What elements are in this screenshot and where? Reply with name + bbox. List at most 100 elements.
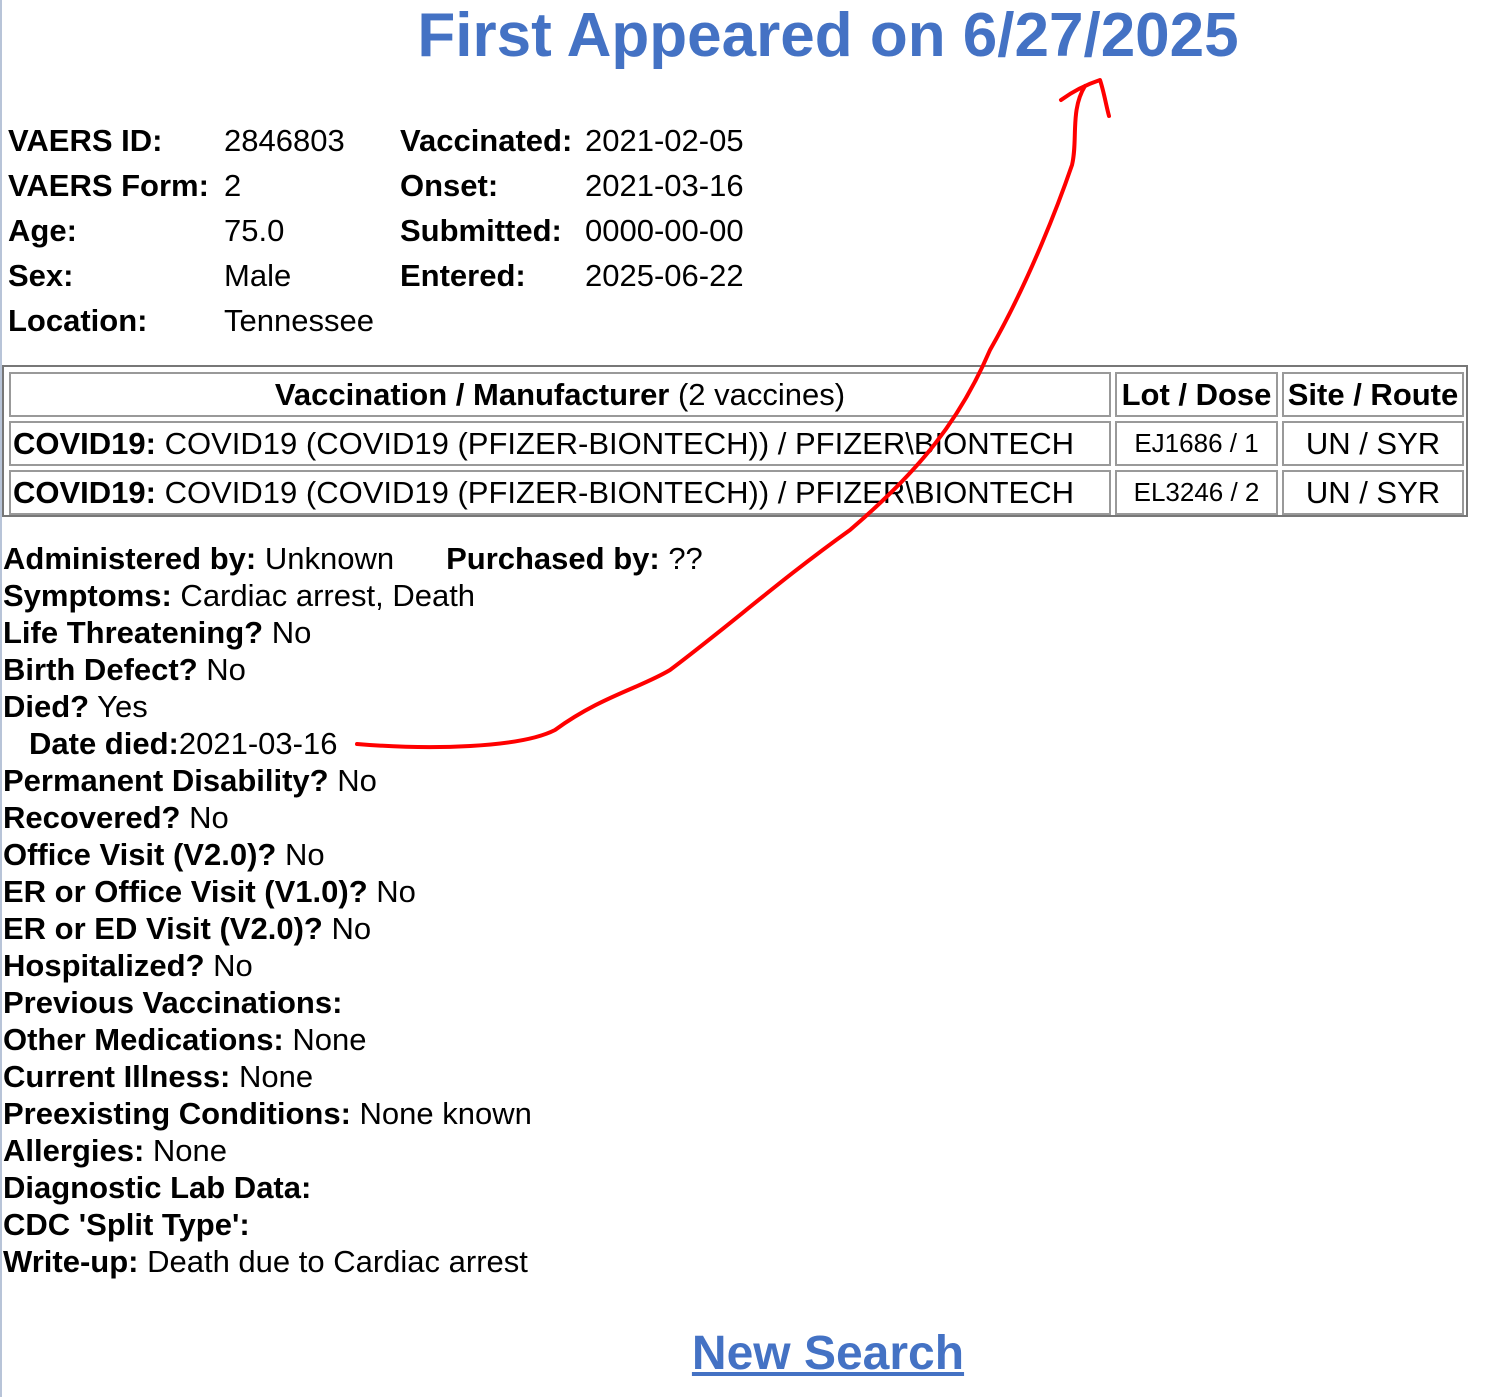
split-label: CDC 'Split Type': bbox=[3, 1207, 250, 1242]
writeup-label: Write-up: bbox=[3, 1244, 139, 1279]
vaccine-name: COVID19 (COVID19 (PFIZER-BIONTECH)) / PF… bbox=[155, 475, 1075, 510]
hospitalized-value: No bbox=[204, 948, 253, 983]
onset-value: 2021-03-16 bbox=[585, 168, 744, 203]
age-value: 75.0 bbox=[224, 213, 285, 248]
recovered-value: No bbox=[180, 800, 229, 835]
prev-vax-label: Previous Vaccinations: bbox=[3, 985, 343, 1020]
allergies-label: Allergies: bbox=[3, 1133, 145, 1168]
annotation-arrowhead bbox=[1059, 78, 1111, 118]
detail-hospitalized: Hospitalized? No bbox=[3, 947, 703, 984]
recovered-label: Recovered? bbox=[3, 800, 181, 835]
vaccine-row-2-name: COVID19: COVID19 (COVID19 (PFIZER-BIONTE… bbox=[9, 470, 1111, 515]
entered-value: 2025-06-22 bbox=[585, 258, 744, 293]
detail-current-illness: Current Illness: None bbox=[3, 1058, 703, 1095]
current-illness-label: Current Illness: bbox=[3, 1059, 231, 1094]
detail-office-visit: Office Visit (V2.0)? No bbox=[3, 836, 703, 873]
vaers-form-label: VAERS Form: bbox=[8, 168, 209, 203]
report-details: Administered by: Unknown Purchased by: ??… bbox=[3, 540, 703, 1280]
detail-writeup: Write-up: Death due to Cardiac arrest bbox=[3, 1243, 703, 1280]
other-meds-label: Other Medications: bbox=[3, 1022, 284, 1057]
date-died-value: 2021-03-16 bbox=[178, 726, 338, 761]
new-search-container: New Search bbox=[0, 1324, 1506, 1384]
disability-value: No bbox=[328, 763, 377, 798]
administered-value: Unknown bbox=[256, 541, 395, 576]
current-illness-value: None bbox=[230, 1059, 314, 1094]
preexisting-value: None known bbox=[350, 1096, 532, 1131]
life-label: Life Threatening? bbox=[3, 615, 264, 650]
er-office-label: ER or Office Visit (V1.0)? bbox=[3, 874, 368, 909]
vaccine-row-2-lot: EL3246 / 2 bbox=[1115, 470, 1278, 515]
disability-label: Permanent Disability? bbox=[3, 763, 329, 798]
detail-preexisting: Preexisting Conditions: None known bbox=[3, 1095, 703, 1132]
birth-value: No bbox=[197, 652, 246, 687]
header-vaccination-label: Vaccination / Manufacturer bbox=[274, 377, 670, 412]
birth-label: Birth Defect? bbox=[3, 652, 198, 687]
allergies-value: None bbox=[144, 1133, 228, 1168]
other-meds-value: None bbox=[283, 1022, 367, 1057]
header-site-label: Site / Route bbox=[1287, 377, 1459, 412]
header-site-route: Site / Route bbox=[1282, 372, 1464, 417]
preexisting-label: Preexisting Conditions: bbox=[3, 1096, 351, 1131]
writeup-value: Death due to Cardiac arrest bbox=[138, 1244, 528, 1279]
vaers-id-label: VAERS ID: bbox=[8, 123, 163, 158]
vaccine-row-1-name: COVID19: COVID19 (COVID19 (PFIZER-BIONTE… bbox=[9, 421, 1111, 466]
er-office-value: No bbox=[367, 874, 416, 909]
detail-administered: Administered by: Unknown Purchased by: ?? bbox=[3, 540, 703, 577]
vaccinated-value: 2021-02-05 bbox=[585, 123, 744, 158]
onset-label: Onset: bbox=[400, 168, 499, 203]
vaccine-table: Vaccination / Manufacturer (2 vaccines) … bbox=[2, 365, 1468, 517]
header-vaccine-count: (2 vaccines) bbox=[669, 377, 846, 412]
died-value: Yes bbox=[89, 689, 148, 724]
detail-birth-defect: Birth Defect? No bbox=[3, 651, 703, 688]
detail-other-medications: Other Medications: None bbox=[3, 1021, 703, 1058]
detail-date-died: Date died:2021-03-16 bbox=[3, 725, 703, 762]
symptoms-label: Symptoms: bbox=[3, 578, 172, 613]
detail-life-threatening: Life Threatening? No bbox=[3, 614, 703, 651]
detail-recovered: Recovered? No bbox=[3, 799, 703, 836]
location-label: Location: bbox=[8, 303, 148, 338]
purchased-label: Purchased by: bbox=[446, 541, 660, 576]
life-value: No bbox=[263, 615, 312, 650]
sex-label: Sex: bbox=[8, 258, 74, 293]
er-ed-label: ER or ED Visit (V2.0)? bbox=[3, 911, 323, 946]
header-vaccination: Vaccination / Manufacturer (2 vaccines) bbox=[9, 372, 1111, 417]
vaccine-type: COVID19: bbox=[13, 475, 156, 510]
submitted-value: 0000-00-00 bbox=[585, 213, 744, 248]
header-lot-label: Lot / Dose bbox=[1121, 377, 1272, 412]
vaccine-row-2-site: UN / SYR bbox=[1282, 470, 1464, 515]
vaccine-row-1-lot: EJ1686 / 1 bbox=[1115, 421, 1278, 466]
vaers-id-value: 2846803 bbox=[224, 123, 345, 158]
vaccinated-label: Vaccinated: bbox=[400, 123, 573, 158]
detail-er-ed-visit: ER or ED Visit (V2.0)? No bbox=[3, 910, 703, 947]
entered-label: Entered: bbox=[400, 258, 526, 293]
header-lot-dose: Lot / Dose bbox=[1115, 372, 1278, 417]
symptoms-value: Cardiac arrest, Death bbox=[171, 578, 476, 613]
detail-allergies: Allergies: None bbox=[3, 1132, 703, 1169]
sex-value: Male bbox=[224, 258, 292, 293]
vaccine-type: COVID19: bbox=[13, 426, 156, 461]
office-label: Office Visit (V2.0)? bbox=[3, 837, 277, 872]
left-border bbox=[0, 0, 2, 1397]
detail-lab-data: Diagnostic Lab Data: bbox=[3, 1169, 703, 1206]
date-died-label: Date died: bbox=[29, 726, 179, 761]
detail-split-type: CDC 'Split Type': bbox=[3, 1206, 703, 1243]
new-search-link[interactable]: New Search bbox=[692, 1327, 964, 1380]
office-value: No bbox=[276, 837, 325, 872]
location-value: Tennessee bbox=[224, 303, 374, 338]
first-appeared-heading: First Appeared on 6/27/2025 bbox=[417, 1, 1239, 70]
hospitalized-label: Hospitalized? bbox=[3, 948, 205, 983]
administered-label: Administered by: bbox=[3, 541, 257, 576]
died-label: Died? bbox=[3, 689, 90, 724]
vaers-form-value: 2 bbox=[224, 168, 242, 203]
submitted-label: Submitted: bbox=[400, 213, 562, 248]
detail-symptoms: Symptoms: Cardiac arrest, Death bbox=[3, 577, 703, 614]
lab-label: Diagnostic Lab Data: bbox=[3, 1170, 312, 1205]
er-ed-value: No bbox=[322, 911, 372, 946]
vaccine-name: COVID19 (COVID19 (PFIZER-BIONTECH)) / PF… bbox=[155, 426, 1075, 461]
detail-died: Died? Yes bbox=[3, 688, 703, 725]
vaccine-row-1-site: UN / SYR bbox=[1282, 421, 1464, 466]
age-label: Age: bbox=[8, 213, 77, 248]
purchased-value: ?? bbox=[659, 541, 703, 576]
detail-disability: Permanent Disability? No bbox=[3, 762, 703, 799]
detail-er-office-visit: ER or Office Visit (V1.0)? No bbox=[3, 873, 703, 910]
